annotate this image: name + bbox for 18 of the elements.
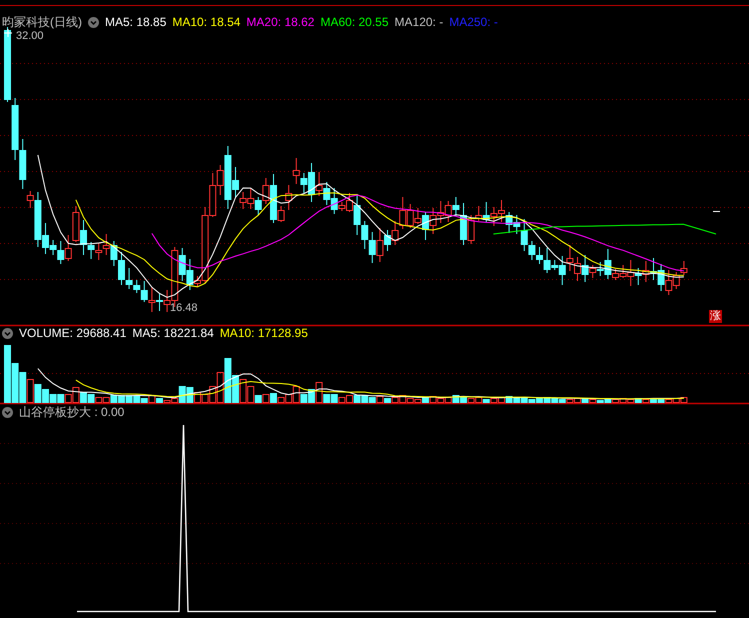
indicator-label: 山谷停板抄大 : 0.00 [19,405,124,419]
rise-badge: 涨 [709,310,722,323]
dropdown-icon[interactable] [2,406,13,418]
stock-title: 昀冡科技(日线) [2,16,82,29]
volume-label: MA10: 17128.95 [220,326,308,340]
moving-average-label: MA20: 18.62 [246,16,314,29]
dropdown-icon[interactable] [2,328,13,338]
high-price-label: 32.00 [16,31,44,42]
low-price-label: 16.48 [170,302,198,314]
moving-average-label: MA10: 18.54 [172,16,240,29]
price-marker [712,211,720,212]
moving-average-label: MA5: 18.85 [105,16,166,29]
dropdown-icon[interactable] [88,17,99,28]
moving-average-label: MA120: - [394,16,444,29]
moving-average-label: MA60: 20.55 [320,16,389,29]
volume-label: VOLUME: 29688.41 [19,326,126,340]
volume-label: MA5: 18221.84 [132,326,214,340]
moving-average-label: MA250: - [449,16,498,29]
